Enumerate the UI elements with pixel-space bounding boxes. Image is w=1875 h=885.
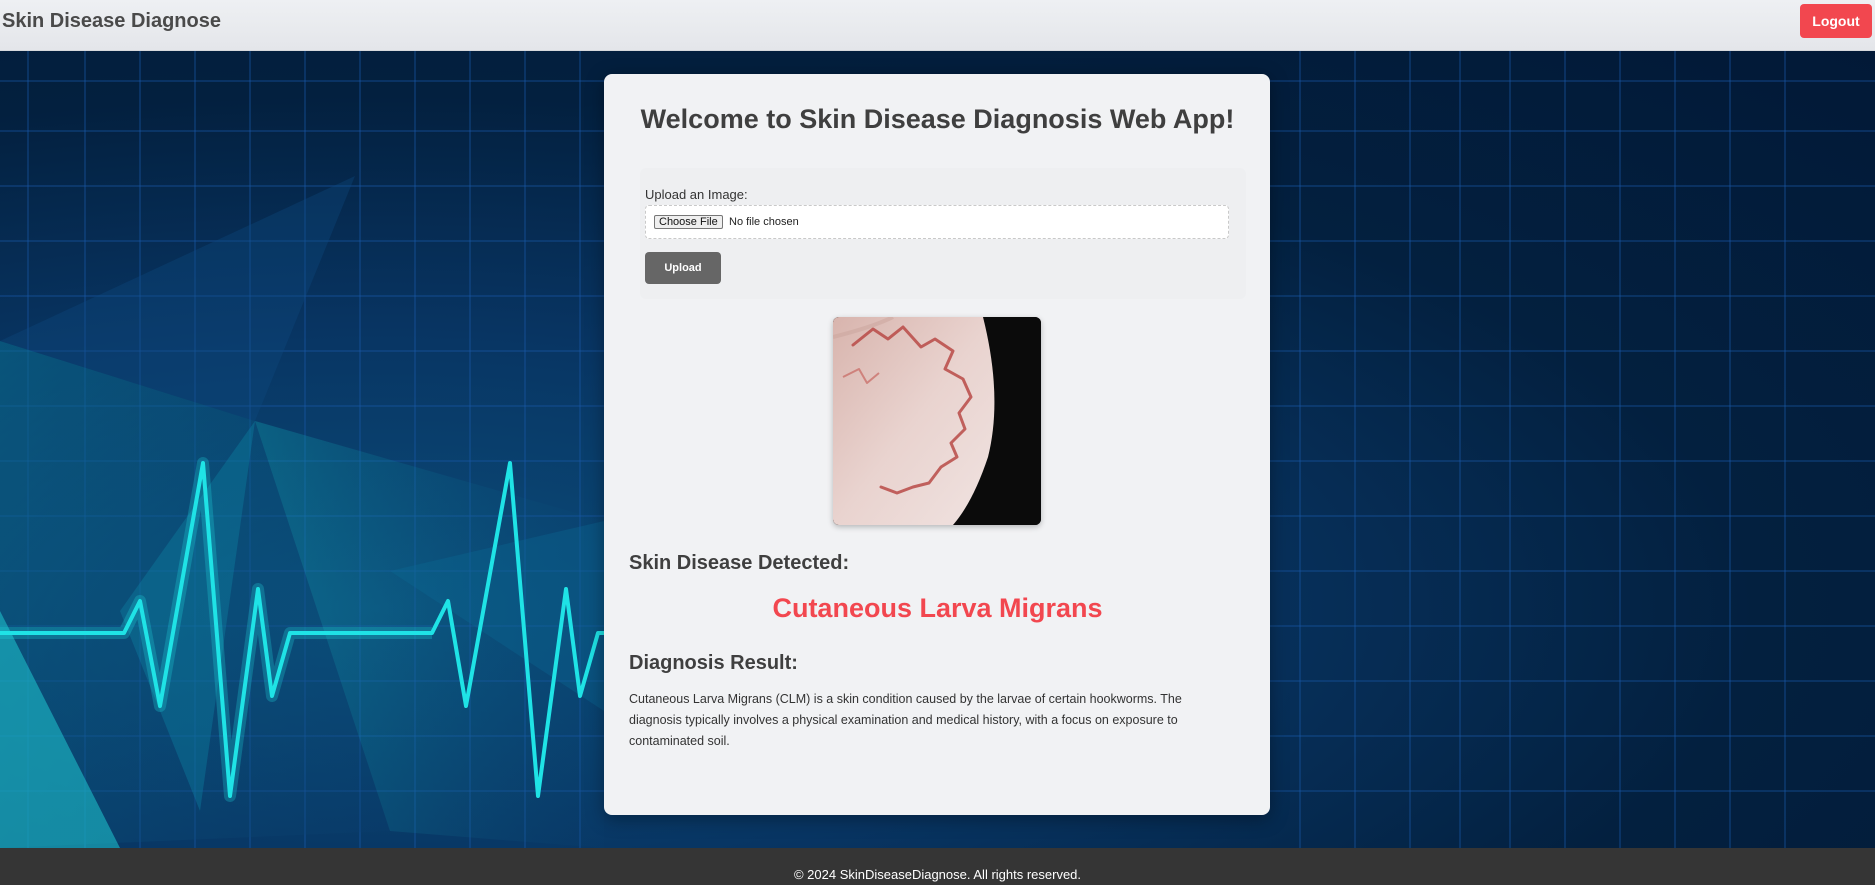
footer: © 2024 SkinDiseaseDiagnose. All rights r… — [0, 848, 1875, 885]
footer-copyright: © 2024 SkinDiseaseDiagnose. All rights r… — [793, 867, 1082, 882]
uploaded-skin-image — [833, 317, 1041, 525]
logout-button[interactable]: Logout — [1800, 4, 1872, 38]
diagnosis-description: Cutaneous Larva Migrans (CLM) is a skin … — [629, 692, 1182, 748]
skin-image-illustration — [833, 317, 1041, 525]
brand-title[interactable]: Skin Disease Diagnose — [2, 10, 221, 33]
disease-name: Cutaneous Larva Migrans — [772, 593, 1103, 623]
choose-file-button[interactable]: Choose File — [654, 215, 723, 229]
upload-button[interactable]: Upload — [645, 252, 721, 284]
file-status-text: No file chosen — [729, 216, 799, 228]
upload-label: Upload an Image: — [645, 187, 748, 202]
top-navbar: Skin Disease Diagnose Logout — [0, 0, 1875, 51]
page-title: Welcome to Skin Disease Diagnosis Web Ap… — [640, 104, 1235, 134]
detected-heading: Skin Disease Detected: — [629, 552, 850, 574]
diagnosis-heading: Diagnosis Result: — [629, 652, 798, 674]
